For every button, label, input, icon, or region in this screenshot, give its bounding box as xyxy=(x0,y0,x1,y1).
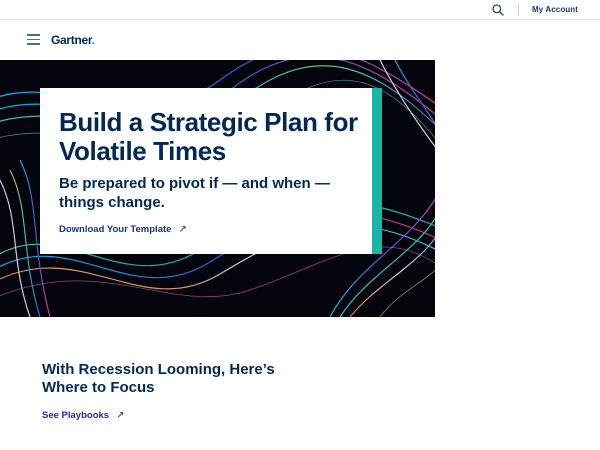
utility-bar: My Account xyxy=(0,0,600,20)
hamburger-menu-icon[interactable] xyxy=(27,34,40,45)
hero-card: Build a Strategic Plan for Volatile Time… xyxy=(40,88,382,254)
arrow-up-right-icon: ↗ xyxy=(116,410,125,421)
download-template-label: Download Your Template xyxy=(59,224,172,235)
gartner-logo[interactable]: Gartner. xyxy=(51,33,95,47)
my-account-link[interactable]: My Account xyxy=(532,5,578,14)
search-icon[interactable] xyxy=(491,3,505,17)
utility-divider xyxy=(518,4,519,16)
logo-dot: . xyxy=(91,33,95,47)
see-playbooks-label: See Playbooks xyxy=(42,410,110,421)
hero-subtitle: Be prepared to pivot if — and when — thi… xyxy=(59,175,330,211)
logo-text: Gartner xyxy=(51,33,92,47)
see-playbooks-link[interactable]: See Playbooks ↗ xyxy=(42,410,124,421)
hero-accent-bar xyxy=(372,88,382,254)
arrow-up-right-icon: ↗ xyxy=(178,224,187,235)
section-title: With Recession Looming, Here’s Where to … xyxy=(42,361,275,396)
main-header: Gartner. xyxy=(0,21,600,59)
hero-title: Build a Strategic Plan for Volatile Time… xyxy=(59,107,358,166)
download-template-link[interactable]: Download Your Template ↗ xyxy=(59,224,187,235)
